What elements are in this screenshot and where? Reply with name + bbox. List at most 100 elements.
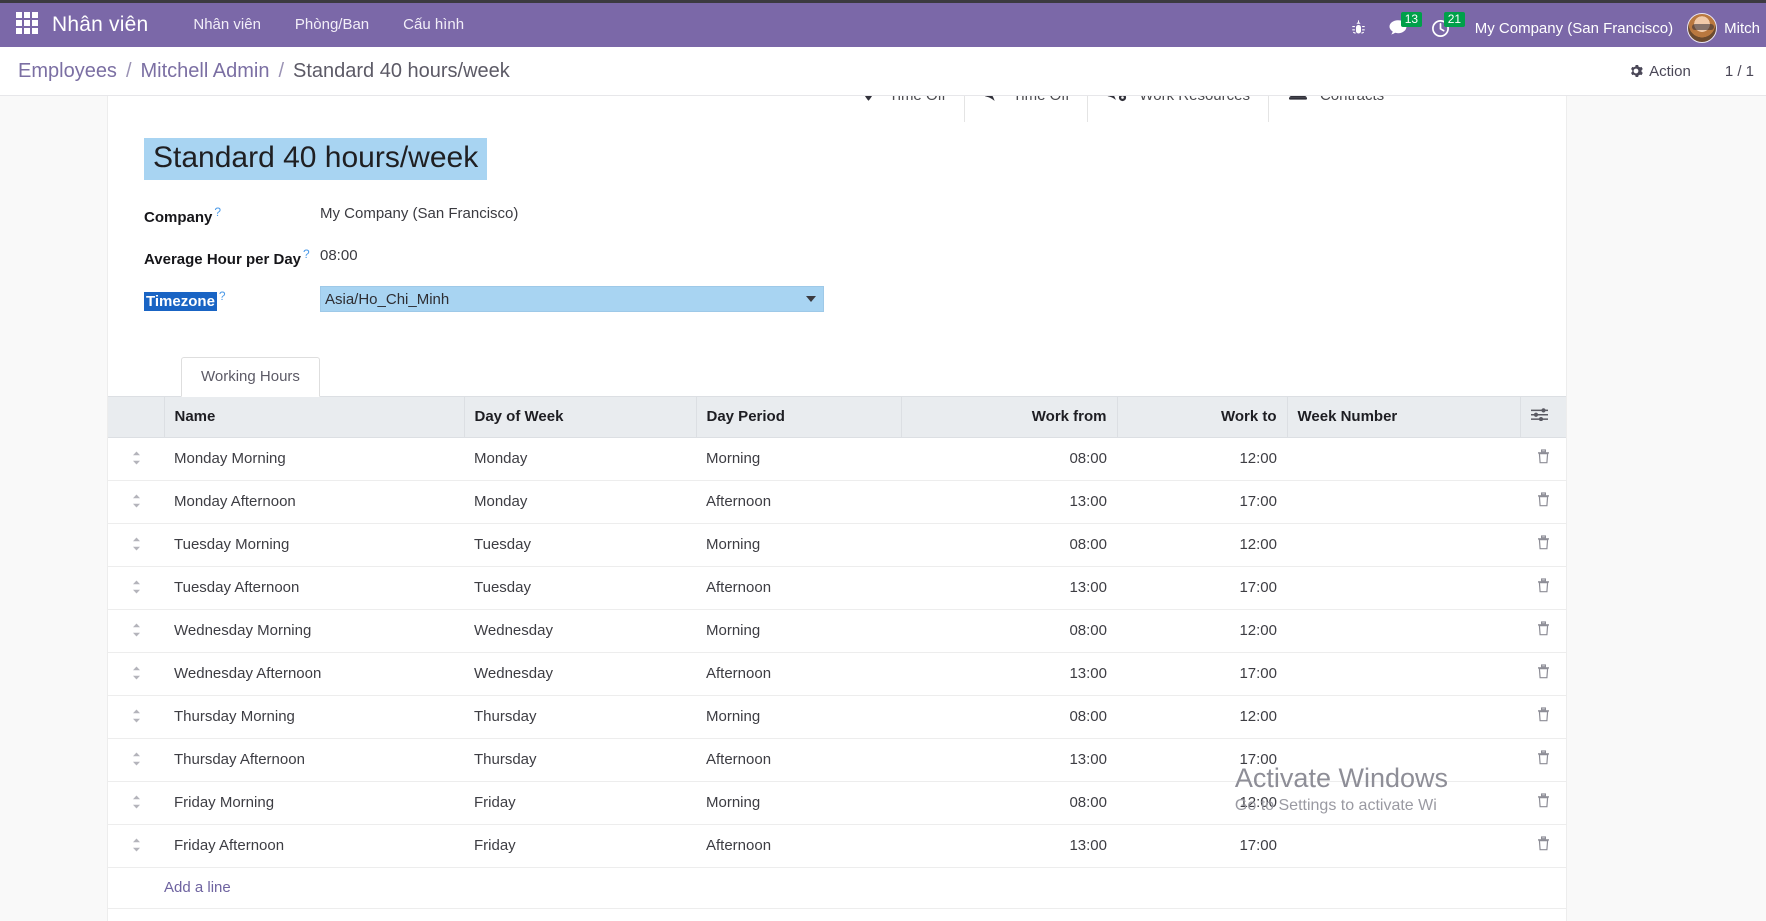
cell-name[interactable]: Tuesday Afternoon (164, 567, 464, 610)
record-pager[interactable]: 1 / 1 (1725, 63, 1754, 80)
company-switcher[interactable]: My Company (San Francisco) (1461, 20, 1687, 37)
delete-row-button[interactable] (1520, 653, 1566, 696)
cell-day-period[interactable]: Morning (696, 524, 901, 567)
cell-work-from[interactable]: 08:00 (901, 524, 1117, 567)
cell-day-of-week[interactable]: Friday (464, 782, 696, 825)
page-title[interactable]: Standard 40 hours/week (144, 138, 487, 180)
cell-week-number[interactable] (1287, 481, 1520, 524)
cell-day-of-week[interactable]: Thursday (464, 739, 696, 782)
cell-name[interactable]: Friday Afternoon (164, 825, 464, 868)
cell-name[interactable]: Tuesday Morning (164, 524, 464, 567)
cell-day-period[interactable]: Morning (696, 610, 901, 653)
cell-name[interactable]: Thursday Afternoon (164, 739, 464, 782)
tab-working-hours[interactable]: Working Hours (181, 357, 320, 397)
table-row[interactable]: Tuesday AfternoonTuesdayAfternoon13:0017… (108, 567, 1566, 610)
cell-day-of-week[interactable]: Wednesday (464, 653, 696, 696)
menu-item-employees[interactable]: Nhân viên (176, 3, 278, 47)
column-header-name[interactable]: Name (164, 397, 464, 438)
column-header-work-from[interactable]: Work from (901, 397, 1117, 438)
cell-day-period[interactable]: Afternoon (696, 825, 901, 868)
help-tooltip-icon[interactable]: ? (303, 247, 310, 261)
column-options-icon[interactable] (1531, 408, 1548, 425)
cell-work-to[interactable]: 17:00 (1117, 481, 1287, 524)
add-line-row[interactable]: Add a line (108, 868, 1566, 909)
cell-day-period[interactable]: Afternoon (696, 739, 901, 782)
breadcrumb-item-employees[interactable]: Employees (18, 60, 117, 83)
column-header-day-period[interactable]: Day Period (696, 397, 901, 438)
cell-work-to[interactable]: 17:00 (1117, 825, 1287, 868)
delete-row-button[interactable] (1520, 739, 1566, 782)
smart-button-work-resources[interactable]: Work Resources (1087, 96, 1268, 122)
field-value-average-hour-per-day[interactable]: 08:00 (320, 244, 358, 264)
cell-week-number[interactable] (1287, 567, 1520, 610)
cell-week-number[interactable] (1287, 524, 1520, 567)
drag-handle-icon[interactable] (108, 653, 164, 696)
add-a-line-button[interactable]: Add a line (118, 879, 231, 896)
cell-work-from[interactable]: 08:00 (901, 610, 1117, 653)
cell-day-of-week[interactable]: Tuesday (464, 567, 696, 610)
drag-handle-icon[interactable] (108, 524, 164, 567)
cell-work-from[interactable]: 08:00 (901, 696, 1117, 739)
cell-name[interactable]: Friday Morning (164, 782, 464, 825)
cell-work-to[interactable]: 17:00 (1117, 567, 1287, 610)
field-value-company[interactable]: My Company (San Francisco) (320, 202, 518, 222)
cell-name[interactable]: Thursday Morning (164, 696, 464, 739)
timezone-select[interactable]: Asia/Ho_Chi_Minh (320, 286, 824, 312)
cell-week-number[interactable] (1287, 782, 1520, 825)
cell-name[interactable]: Wednesday Afternoon (164, 653, 464, 696)
drag-handle-icon[interactable] (108, 739, 164, 782)
messages-icon[interactable]: 13 (1377, 6, 1420, 50)
cell-day-period[interactable]: Afternoon (696, 481, 901, 524)
smart-button-time-off-approve[interactable]: Time Off (964, 96, 1088, 122)
cell-day-period[interactable]: Morning (696, 696, 901, 739)
drag-handle-icon[interactable] (108, 610, 164, 653)
smart-button-contracts[interactable]: Contracts (1268, 96, 1402, 122)
cell-week-number[interactable] (1287, 696, 1520, 739)
drag-handle-icon[interactable] (108, 825, 164, 868)
drag-handle-icon[interactable] (108, 481, 164, 524)
cell-day-period[interactable]: Morning (696, 782, 901, 825)
table-row[interactable]: Wednesday AfternoonWednesdayAfternoon13:… (108, 653, 1566, 696)
drag-handle-icon[interactable] (108, 438, 164, 481)
help-tooltip-icon[interactable]: ? (214, 205, 221, 219)
column-header-week-number[interactable]: Week Number (1287, 397, 1520, 438)
delete-row-button[interactable] (1520, 481, 1566, 524)
cell-day-of-week[interactable]: Monday (464, 438, 696, 481)
cell-work-from[interactable]: 13:00 (901, 739, 1117, 782)
cell-name[interactable]: Monday Afternoon (164, 481, 464, 524)
drag-handle-icon[interactable] (108, 567, 164, 610)
cell-day-of-week[interactable]: Wednesday (464, 610, 696, 653)
cell-work-from[interactable]: 13:00 (901, 567, 1117, 610)
cell-work-to[interactable]: 12:00 (1117, 782, 1287, 825)
cell-week-number[interactable] (1287, 825, 1520, 868)
cell-week-number[interactable] (1287, 653, 1520, 696)
column-options-button[interactable] (1520, 397, 1566, 438)
bug-icon[interactable] (1340, 6, 1377, 50)
cell-work-from[interactable]: 08:00 (901, 438, 1117, 481)
cell-work-to[interactable]: 17:00 (1117, 739, 1287, 782)
cell-work-to[interactable]: 17:00 (1117, 653, 1287, 696)
cell-work-from[interactable]: 13:00 (901, 481, 1117, 524)
drag-handle-icon[interactable] (108, 696, 164, 739)
table-row[interactable]: Wednesday MorningWednesdayMorning08:0012… (108, 610, 1566, 653)
column-header-work-to[interactable]: Work to (1117, 397, 1287, 438)
activities-clock-icon[interactable]: 21 (1420, 6, 1461, 50)
cell-work-to[interactable]: 12:00 (1117, 696, 1287, 739)
breadcrumb-item-mitchell-admin[interactable]: Mitchell Admin (141, 60, 270, 83)
cell-work-to[interactable]: 12:00 (1117, 524, 1287, 567)
cell-work-to[interactable]: 12:00 (1117, 438, 1287, 481)
cell-week-number[interactable] (1287, 610, 1520, 653)
table-row[interactable]: Thursday MorningThursdayMorning08:0012:0… (108, 696, 1566, 739)
cell-work-from[interactable]: 13:00 (901, 653, 1117, 696)
delete-row-button[interactable] (1520, 825, 1566, 868)
drag-handle-icon[interactable] (108, 782, 164, 825)
table-row[interactable]: Friday MorningFridayMorning08:0012:00 (108, 782, 1566, 825)
delete-row-button[interactable] (1520, 524, 1566, 567)
cell-day-period[interactable]: Afternoon (696, 653, 901, 696)
table-row[interactable]: Thursday AfternoonThursdayAfternoon13:00… (108, 739, 1566, 782)
table-row[interactable]: Monday MorningMondayMorning08:0012:00 (108, 438, 1566, 481)
smart-button-time-off[interactable]: Time Off (841, 96, 964, 122)
cell-day-of-week[interactable]: Thursday (464, 696, 696, 739)
menu-item-configuration[interactable]: Cấu hình (386, 3, 481, 47)
action-button[interactable]: Action (1629, 63, 1691, 80)
